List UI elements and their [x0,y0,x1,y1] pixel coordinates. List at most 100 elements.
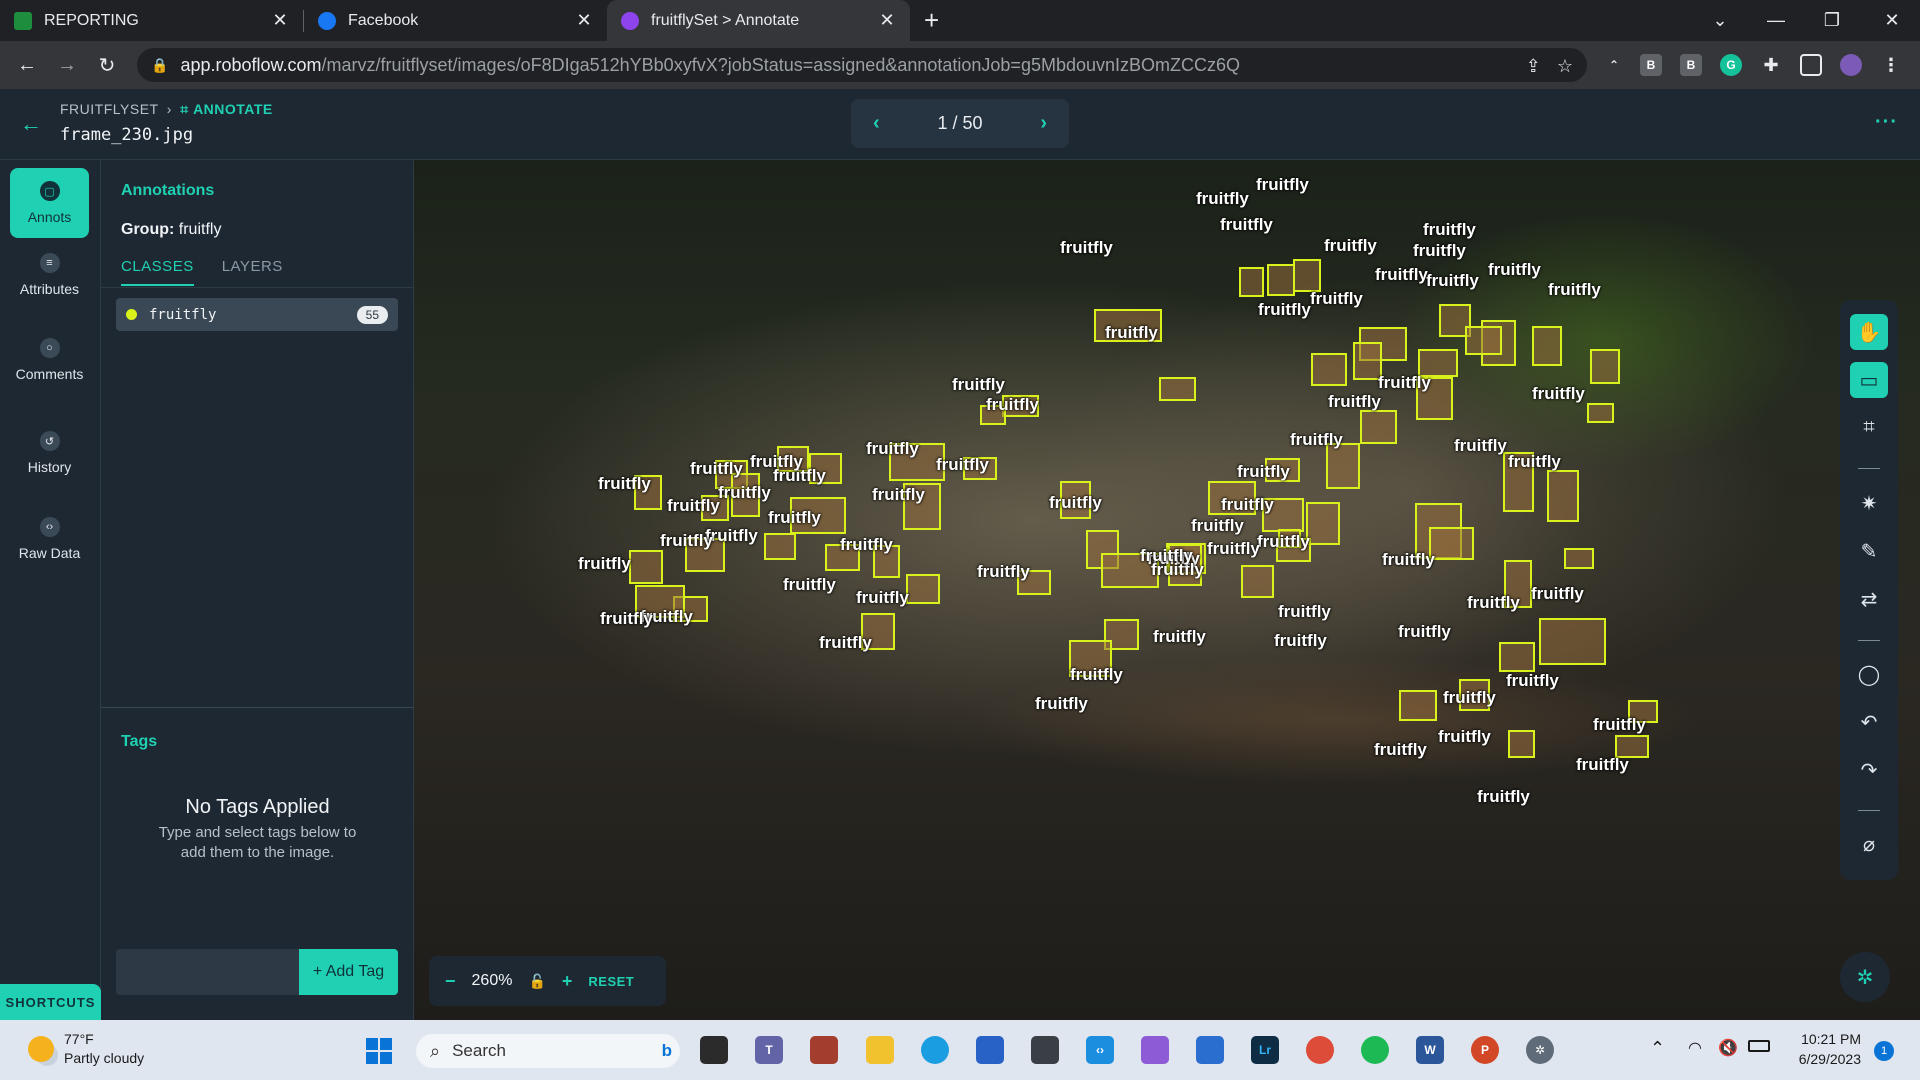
battery-icon[interactable] [1748,1040,1770,1052]
unity-icon[interactable] [1031,1036,1059,1064]
powerpoint-icon[interactable]: P [1471,1036,1499,1064]
annotation-box[interactable] [1547,470,1579,522]
breadcrumb-annotate[interactable]: ANNOTATE [193,101,273,117]
wifi-icon[interactable]: ◠ [1688,1038,1702,1058]
puzzle-icon[interactable]: ✚ [1760,54,1782,76]
annotation-box[interactable] [1311,353,1347,386]
annotation-box[interactable] [1360,410,1397,444]
undo-icon[interactable]: ↶ [1850,704,1888,740]
magic-wand-icon[interactable]: ✎ [1850,533,1888,569]
tab-reporting[interactable]: REPORTING ✕ [0,0,303,41]
annotation-box[interactable] [1508,730,1535,758]
settings-gear-icon[interactable]: ✲ [1840,952,1890,1002]
annotation-box[interactable] [1587,403,1614,423]
annotation-box[interactable] [1590,349,1620,384]
add-tag-button[interactable]: + Add Tag [299,949,398,995]
annotation-canvas[interactable]: fruitfly fruitfly fruitfly fruitfly fruitfly… [414,160,1920,1020]
annotation-box[interactable] [1539,618,1606,665]
new-tab-icon[interactable]: + [924,5,939,36]
bounding-box-tool-icon[interactable]: ▭ [1850,362,1888,398]
annotation-box[interactable] [629,550,663,584]
rail-attributes[interactable]: ≡ Attributes [10,240,89,310]
annotation-box[interactable] [1532,326,1562,366]
teams-icon[interactable]: T [755,1036,783,1064]
rail-comments[interactable]: ○ Comments [10,325,89,395]
breadcrumb-project[interactable]: FRUITFLYSET [60,101,158,117]
app-icon[interactable] [1196,1036,1224,1064]
polygon-tool-icon[interactable]: ⌗ [1850,409,1888,445]
window-close-icon[interactable]: ✕ [1864,0,1920,41]
annotation-box[interactable] [1159,377,1196,401]
file-explorer-icon[interactable] [866,1036,894,1064]
close-icon[interactable]: ✕ [878,10,896,31]
chevron-up-icon[interactable]: ⌃ [1650,1038,1665,1059]
edge-icon[interactable] [921,1036,949,1064]
rail-history[interactable]: ↺ History [10,418,89,488]
visual-studio-icon[interactable] [1141,1036,1169,1064]
annotation-box[interactable] [1429,527,1474,560]
more-options-icon[interactable]: ··· [1875,111,1898,134]
weather-widget[interactable]: 77°F Partly cloudy [28,1030,144,1068]
rail-raw-data[interactable]: ‹› Raw Data [10,504,89,574]
annotation-box[interactable] [764,533,796,560]
chevron-right-icon[interactable]: › [1040,112,1047,135]
annotation-box[interactable] [1465,326,1502,355]
winrar-icon[interactable] [810,1036,838,1064]
annotation-box[interactable] [1241,565,1274,598]
hide-annotations-icon[interactable]: ⌀ [1850,826,1888,862]
volume-muted-icon[interactable]: 🔇 [1718,1038,1738,1058]
settings-icon[interactable]: ✲ [1526,1036,1554,1064]
annotation-box[interactable] [1293,259,1321,292]
store-icon[interactable] [976,1036,1004,1064]
forward-icon[interactable]: → [47,54,87,77]
windows-start-icon[interactable] [366,1038,392,1064]
zoom-out-icon[interactable]: − [445,971,456,992]
chrome-icon[interactable] [1306,1036,1334,1064]
smart-polygon-icon[interactable]: ✷ [1850,485,1888,521]
zoom-in-icon[interactable]: + [562,971,573,992]
extension-b2-icon[interactable]: B [1680,54,1702,76]
annotation-box[interactable] [906,574,940,604]
reload-icon[interactable]: ↻ [87,53,127,78]
tab-annotate[interactable]: fruitflySet > Annotate ✕ [607,0,910,41]
back-icon[interactable]: ← [7,54,47,77]
close-icon[interactable]: ✕ [575,10,593,31]
share-icon[interactable]: ⇪ [1526,56,1541,77]
side-panel-icon[interactable] [1800,54,1822,76]
extension-b-icon[interactable]: B [1640,54,1662,76]
extension-icon[interactable]: ⌃ [1603,54,1625,76]
notification-badge[interactable]: 1 [1874,1041,1894,1061]
grammarly-icon[interactable]: G [1720,54,1742,76]
spotify-icon[interactable] [1361,1036,1389,1064]
annotation-box[interactable] [1564,548,1594,569]
annotation-box[interactable] [1239,267,1264,297]
task-view-icon[interactable] [700,1036,728,1064]
tab-search-icon[interactable]: ⌄ [1692,0,1748,41]
lock-zoom-icon[interactable]: 🔓 [528,973,545,990]
tab-layers[interactable]: LAYERS [222,258,283,286]
avatar[interactable] [1840,54,1862,76]
vscode-icon[interactable]: ‹› [1086,1036,1114,1064]
annotation-box[interactable] [1267,264,1295,296]
url-field[interactable]: 🔒 app.roboflow.com/marvz/fruitflyset/ima… [137,48,1587,82]
back-arrow-icon[interactable]: ← [20,111,42,137]
bookmark-star-icon[interactable]: ☆ [1557,56,1573,77]
clock[interactable]: 10:21 PM 6/29/2023 [1791,1029,1861,1069]
tab-facebook[interactable]: Facebook ✕ [304,0,607,41]
menu-dots-icon[interactable]: ⋮ [1880,54,1902,76]
shortcuts-button[interactable]: SHORTCUTS [0,984,101,1020]
minimize-icon[interactable]: — [1748,0,1804,41]
chevron-left-icon[interactable]: ‹ [873,112,880,135]
restore-icon[interactable]: ❐ [1804,0,1860,41]
reset-zoom-button[interactable]: RESET [588,974,634,989]
rail-annots[interactable]: ▢ Annots [10,168,89,238]
annotation-box[interactable] [1306,502,1340,545]
class-row-fruitfly[interactable]: fruitfly 55 [116,298,398,331]
word-icon[interactable]: W [1416,1036,1444,1064]
annotation-box[interactable] [1399,690,1437,721]
taskbar-search[interactable]: ⌕ Search b [416,1034,680,1068]
redo-icon[interactable]: ↷ [1850,752,1888,788]
annotation-box[interactable] [1499,642,1535,672]
hand-pan-icon[interactable]: ✋ [1850,314,1888,350]
lightroom-icon[interactable]: Lr [1251,1036,1279,1064]
